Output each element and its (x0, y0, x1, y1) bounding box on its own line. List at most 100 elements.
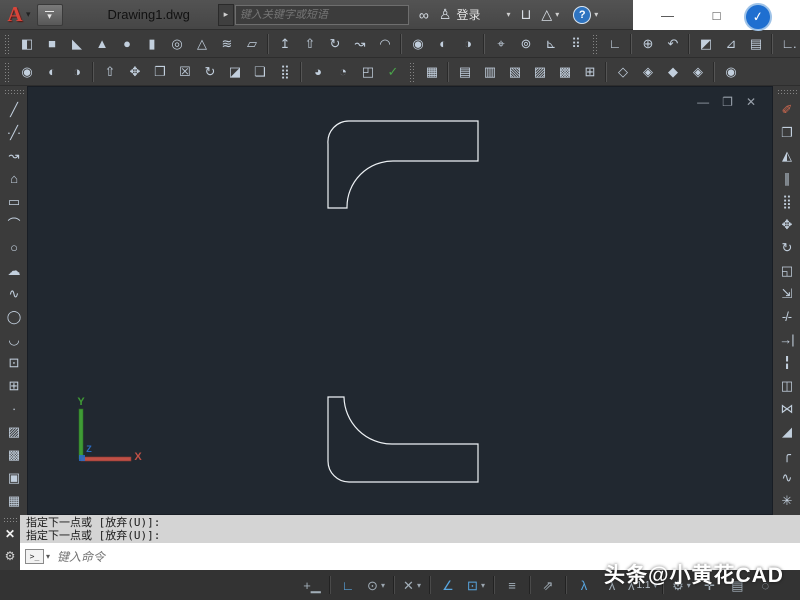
view-right-icon[interactable]: ▨ (527, 59, 552, 84)
dynamic-input-icon[interactable]: ⊡ ▾ (462, 573, 490, 597)
rotate-icon[interactable]: ↻ (774, 236, 799, 259)
chamfer-icon[interactable]: ◢ (774, 420, 799, 443)
ucs-world-icon[interactable]: ⊕ (635, 31, 660, 56)
color-faces-icon[interactable]: ⣿ (272, 59, 297, 84)
ellipse-icon[interactable]: ◯ (1, 305, 26, 328)
scale-icon[interactable]: ◱ (774, 259, 799, 282)
rotate-faces-icon[interactable]: ↻ (197, 59, 222, 84)
union-icon[interactable]: ◉ (405, 31, 430, 56)
drawing-polyline-top[interactable] (327, 120, 479, 209)
copy-faces-icon[interactable]: ❏ (247, 59, 272, 84)
move-icon[interactable]: ✥ (774, 213, 799, 236)
ellipse-arc-icon[interactable]: ◡ (1, 328, 26, 351)
circle-icon[interactable]: ○ (1, 236, 26, 259)
ucs-previous-icon[interactable]: ↶ (660, 31, 685, 56)
helix-icon[interactable]: ≋ (214, 31, 239, 56)
pyramid-icon[interactable]: △ (189, 31, 214, 56)
toolbar-grip[interactable] (4, 33, 10, 54)
offset-faces-icon[interactable]: ❐ (147, 59, 172, 84)
subtract-icon[interactable]: ◐ (430, 31, 455, 56)
render-presets-icon[interactable]: ▦ (419, 59, 444, 84)
view-bottom-icon[interactable]: ▥ (477, 59, 502, 84)
drawing-restore-button[interactable]: ❐ (722, 95, 733, 109)
3d-move-icon[interactable]: ⌖ (488, 31, 513, 56)
revolve-icon[interactable]: ↻ (322, 31, 347, 56)
grid-snap-icon[interactable]: +▁ (298, 573, 326, 597)
drawing-close-button[interactable]: ✕ (746, 95, 756, 109)
rectangle-icon[interactable]: ▭ (1, 190, 26, 213)
object-snap-tracking-caret-icon[interactable]: ▾ (417, 581, 421, 590)
union-small-icon[interactable]: ◉ (14, 59, 39, 84)
user-icon[interactable]: ♙ (439, 6, 452, 23)
region-icon[interactable]: ▣ (1, 466, 26, 489)
selection-cycling-icon[interactable]: ⇗ (534, 573, 562, 597)
extend-icon[interactable]: →| (774, 328, 799, 351)
delete-faces-icon[interactable]: ☒ (172, 59, 197, 84)
help-search-input[interactable] (235, 8, 408, 21)
toolbar-grip[interactable] (3, 89, 24, 95)
break-at-point-icon[interactable]: ╏ (774, 351, 799, 374)
view-sw-iso-icon[interactable]: ◇ (610, 59, 635, 84)
array-icon[interactable]: ⣿ (774, 190, 799, 213)
autodesk-exchange-icon[interactable]: △ (541, 6, 552, 23)
fillet-icon[interactable]: ╭ (774, 443, 799, 466)
object-snap-icon[interactable]: ∠ (434, 573, 462, 597)
view-left-icon[interactable]: ▧ (502, 59, 527, 84)
intersect-small-icon[interactable]: ◑ (64, 59, 89, 84)
arc-icon[interactable]: ⌒ (1, 213, 26, 236)
toolbar-grip[interactable] (409, 61, 415, 82)
drawing-polyline-bottom[interactable] (327, 396, 479, 483)
quick-access-customize-button[interactable]: ▾ (36, 3, 63, 26)
shell-icon[interactable]: ◰ (355, 59, 380, 84)
3d-rotate-icon[interactable]: ⊚ (513, 31, 538, 56)
move-faces-icon[interactable]: ✥ (122, 59, 147, 84)
polar-tracking-caret-icon[interactable]: ▾ (381, 581, 385, 590)
taper-faces-icon[interactable]: ◪ (222, 59, 247, 84)
command-window-customize-icon[interactable]: ⚙ (5, 549, 16, 563)
insert-block-icon[interactable]: ⊡ (1, 351, 26, 374)
polygon-icon[interactable]: ⌂ (1, 167, 26, 190)
wedge-icon[interactable]: ◣ (64, 31, 89, 56)
check-solid-icon[interactable]: ✓ (380, 59, 405, 84)
drawing-tab[interactable]: Drawing1.dwg (108, 7, 190, 22)
view-front-icon[interactable]: ▩ (552, 59, 577, 84)
polar-tracking-icon[interactable]: ⊙ ▾ (362, 573, 390, 597)
toolbar-grip[interactable] (592, 33, 598, 54)
chamfer-edge-icon[interactable]: ◔ (330, 59, 355, 84)
camera-icon[interactable]: ◉ (718, 59, 743, 84)
search-history-arrow-icon[interactable]: ▸ (217, 3, 234, 26)
planar-surface-icon[interactable]: ▱ (239, 31, 264, 56)
torus-icon[interactable]: ◎ (164, 31, 189, 56)
point-icon[interactable]: ∙ (1, 397, 26, 420)
fillet-edge-icon[interactable]: ◕ (305, 59, 330, 84)
sign-in-caret-icon[interactable]: ▾ (506, 10, 510, 19)
help-icon[interactable]: ? (573, 5, 592, 24)
command-window-grip[interactable] (3, 517, 17, 522)
mirror-icon[interactable]: ◭ (774, 144, 799, 167)
command-prompt-icon[interactable]: >_ (25, 549, 44, 564)
stretch-icon[interactable]: ⇲ (774, 282, 799, 305)
cone-icon[interactable]: ▲ (89, 31, 114, 56)
ortho-mode-icon[interactable]: ∟ (334, 573, 362, 597)
ucs-origin-icon[interactable]: ∟. (776, 31, 800, 56)
dynamic-input-caret-icon[interactable]: ▾ (481, 581, 485, 590)
help-caret-icon[interactable]: ▾ (594, 10, 598, 19)
help-search-box[interactable] (234, 4, 409, 25)
extract-edges-icon[interactable]: ⊾ (538, 31, 563, 56)
trim-icon[interactable]: -/- (774, 305, 799, 328)
break-icon[interactable]: ◫ (774, 374, 799, 397)
annotation-visibility-icon[interactable]: λ (570, 573, 598, 597)
drawing-minimize-button[interactable]: — (697, 95, 709, 109)
multiline-text-icon[interactable]: A (1, 512, 26, 515)
ucs-icon[interactable]: ∟ (602, 31, 627, 56)
sphere-icon[interactable]: ● (114, 31, 139, 56)
ucs-object-icon[interactable]: ⊿ (718, 31, 743, 56)
drawing-canvas[interactable]: — ❐ ✕ Y X Z (27, 86, 773, 515)
view-se-iso-icon[interactable]: ◈ (635, 59, 660, 84)
exchange-store-cart-icon[interactable]: ⊔ (520, 6, 531, 23)
exchange-caret-icon[interactable]: ▾ (555, 10, 559, 19)
explode-icon[interactable]: ✳ (774, 489, 799, 512)
command-prompt-caret-icon[interactable]: ▾ (46, 552, 50, 561)
table-icon[interactable]: ▦ (1, 489, 26, 512)
sign-in-label[interactable]: 登录 (456, 6, 480, 23)
